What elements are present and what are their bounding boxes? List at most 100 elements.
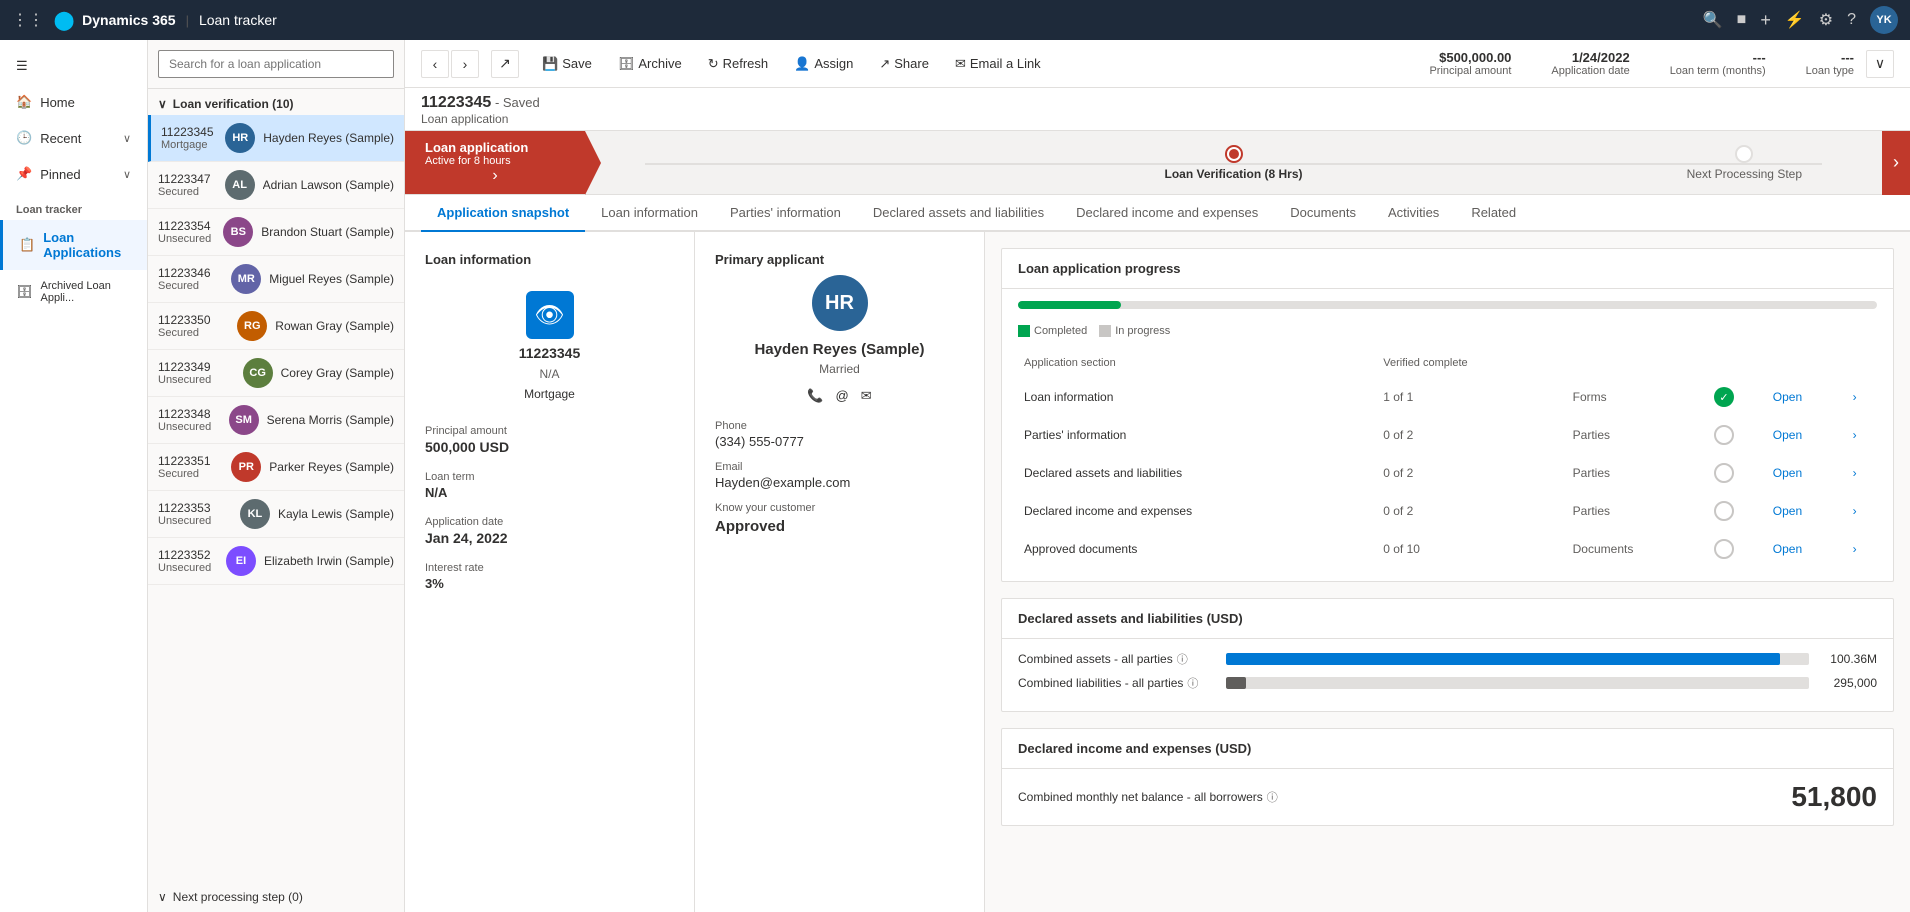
tab-related[interactable]: Related (1455, 195, 1532, 232)
topbar: ⋮⋮ ⬤ Dynamics 365 | Loan tracker 🔍 ■ + ⚡… (0, 0, 1910, 40)
list-item[interactable]: 11223347 Secured AL Adrian Lawson (Sampl… (148, 162, 404, 209)
save-button[interactable]: 💾 Save (531, 49, 603, 79)
list-item-avatar: AL (225, 170, 255, 200)
combined-assets-info-icon[interactable]: ⓘ (1177, 651, 1188, 667)
monthly-info-icon[interactable]: ⓘ (1267, 789, 1278, 805)
list-item[interactable]: 11223350 Secured RG Rowan Gray (Sample) (148, 303, 404, 350)
list-item-type: Unsecured (158, 562, 218, 574)
row-section: Approved documents (1020, 531, 1377, 567)
stage-sub: Active for 8 hours (425, 155, 565, 167)
income-section: Declared income and expenses (USD) Combi… (1001, 728, 1894, 826)
row-check (1710, 493, 1767, 529)
list-search-container (148, 40, 404, 89)
search-icon[interactable]: 🔍 (1703, 10, 1723, 30)
loan-term-label: Loan term (months) (1670, 65, 1766, 77)
row-progress: 0 of 2 (1379, 455, 1566, 491)
row-type: Documents (1569, 531, 1708, 567)
list-item[interactable]: 11223345 Mortgage HR Hayden Reyes (Sampl… (148, 115, 404, 162)
mail-icon[interactable]: ✉ (861, 388, 872, 404)
settings-icon[interactable]: ⚙ (1819, 10, 1833, 30)
kyc-value: Approved (715, 518, 964, 535)
row-open[interactable]: Open (1769, 493, 1845, 529)
list-item-avatar: MR (231, 264, 261, 294)
list-group-header[interactable]: ∨ Loan verification (10) (148, 89, 404, 115)
tab-parties[interactable]: Parties' information (714, 195, 857, 232)
email-link-button[interactable]: ✉ Email a Link (944, 49, 1052, 79)
recent-icon: 🕒 (16, 130, 32, 146)
list-item[interactable]: 11223349 Unsecured CG Corey Gray (Sample… (148, 350, 404, 397)
bing-icon[interactable]: ■ (1737, 11, 1747, 29)
row-section: Declared assets and liabilities (1020, 455, 1377, 491)
tab-loan-info[interactable]: Loan information (585, 195, 714, 232)
archive-button[interactable]: 🗄 Archive (607, 49, 693, 79)
process-next-button[interactable]: › (1882, 131, 1910, 195)
row-open[interactable]: Open (1769, 417, 1845, 453)
refresh-button[interactable]: ↻ Refresh (697, 49, 779, 79)
combined-liabilities-info-icon[interactable]: ⓘ (1187, 675, 1198, 691)
list-item-avatar: EI (226, 546, 256, 576)
sidebar-item-pinned-label: Pinned (40, 167, 80, 182)
email-at-icon[interactable]: @ (836, 388, 849, 404)
list-footer[interactable]: ∨ Next processing step (0) (148, 882, 404, 912)
combined-assets-label: Combined assets - all parties ⓘ (1018, 651, 1218, 667)
row-open[interactable]: Open (1769, 455, 1845, 491)
list-item[interactable]: 11223351 Secured PR Parker Reyes (Sample… (148, 444, 404, 491)
list-item[interactable]: 11223354 Unsecured BS Brandon Stuart (Sa… (148, 209, 404, 256)
meta-expand-button[interactable]: ∨ (1866, 50, 1894, 78)
sidebar-item-home[interactable]: 🏠 Home (0, 84, 147, 120)
tab-documents[interactable]: Documents (1274, 195, 1372, 232)
sidebar-item-recent[interactable]: 🕒 Recent ∨ (0, 120, 147, 156)
phone-icon[interactable]: 📞 (807, 388, 823, 404)
sidebar-toggle[interactable]: ☰ (0, 48, 147, 84)
list-item-info: 11223345 Mortgage (161, 125, 217, 151)
topbar-right: 🔍 ■ + ⚡ ⚙ ? YK (1703, 6, 1898, 34)
share-button[interactable]: ↗ Share (868, 49, 940, 79)
principal-value: 500,000 USD (425, 439, 674, 455)
list-item[interactable]: 11223353 Unsecured KL Kayla Lewis (Sampl… (148, 491, 404, 538)
completed-dot: Completed (1018, 325, 1087, 337)
grid-icon[interactable]: ⋮⋮ (12, 10, 44, 30)
help-icon[interactable]: ? (1847, 11, 1856, 29)
tab-assets[interactable]: Declared assets and liabilities (857, 195, 1060, 232)
tab-snapshot[interactable]: Application snapshot (421, 195, 585, 232)
list-item[interactable]: 11223348 Unsecured SM Serena Morris (Sam… (148, 397, 404, 444)
footer-chevron-icon: ∨ (158, 890, 167, 904)
add-icon[interactable]: + (1760, 10, 1771, 31)
list-item[interactable]: 11223346 Secured MR Miguel Reyes (Sample… (148, 256, 404, 303)
list-item-avatar: SM (229, 405, 259, 435)
assign-button[interactable]: 👤 Assign (783, 49, 864, 79)
row-check (1710, 455, 1767, 491)
collapse-icon: ∨ (158, 97, 167, 111)
app-date-value: 1/24/2022 (1572, 50, 1630, 65)
record-title: 11223345 - Saved (421, 94, 1894, 112)
list-panel: ∨ Loan verification (10) 11223345 Mortga… (148, 40, 405, 912)
external-link-button[interactable]: ↗ (491, 50, 519, 78)
tab-activities[interactable]: Activities (1372, 195, 1455, 232)
sidebar-section-label: Loan tracker (0, 192, 147, 220)
content-area: Loan information 👁 11223345 N/A Mortgage… (405, 232, 1910, 912)
row-open[interactable]: Open (1769, 531, 1845, 567)
sidebar-item-archived[interactable]: 🗄 Archived Loan Appli... (0, 270, 147, 314)
filter-icon[interactable]: ⚡ (1785, 10, 1805, 30)
user-avatar[interactable]: YK (1870, 6, 1898, 34)
search-input[interactable] (158, 50, 394, 78)
empty-circle (1714, 539, 1734, 559)
email-label: Email (715, 461, 964, 473)
sidebar-item-loan-applications[interactable]: 📋 Loan Applications (0, 220, 147, 270)
row-open[interactable]: Open (1769, 379, 1845, 415)
row-section: Loan information (1020, 379, 1377, 415)
loan-app-icon: 📋 (19, 237, 35, 253)
sidebar-item-pinned[interactable]: 📌 Pinned ∨ (0, 156, 147, 192)
active-stage[interactable]: Loan application Active for 8 hours › (405, 131, 585, 194)
forward-button[interactable]: › (451, 50, 479, 78)
list-item-id: 11223348 (158, 407, 221, 421)
pinned-chevron-icon: ∨ (123, 168, 131, 181)
tab-income[interactable]: Declared income and expenses (1060, 195, 1274, 232)
kyc-label: Know your customer (715, 502, 964, 514)
stage-chevron-button[interactable]: › (425, 167, 565, 185)
back-button[interactable]: ‹ (421, 50, 449, 78)
list-item[interactable]: 11223352 Unsecured EI Elizabeth Irwin (S… (148, 538, 404, 585)
applicant-title: Primary applicant (715, 252, 964, 267)
row-chevron: › (1847, 379, 1875, 415)
toolbar: ‹ › ↗ 💾 Save 🗄 Archive ↻ Refresh 👤 Assig… (405, 40, 1910, 88)
